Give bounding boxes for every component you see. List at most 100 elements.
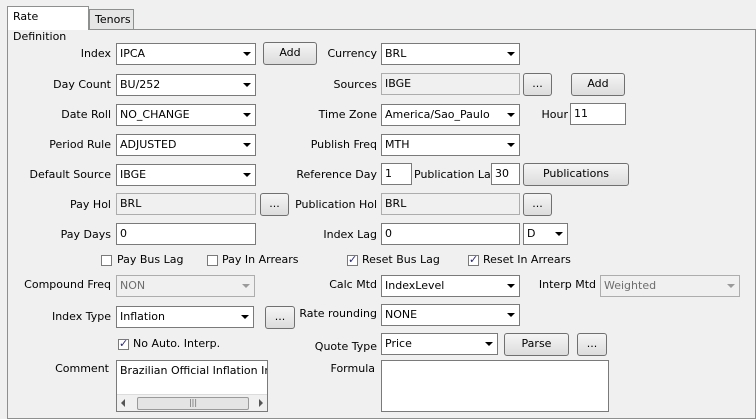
publication-hol-field[interactable]: BRL bbox=[381, 193, 520, 215]
quote-type-value: Price bbox=[385, 337, 412, 350]
compound-freq-select[interactable]: NON bbox=[116, 275, 255, 297]
tab-bar: Rate Definition Tenors bbox=[0, 0, 756, 43]
formula-textarea[interactable] bbox=[381, 360, 609, 412]
comment-textarea[interactable]: Brazilian Official Inflation Index ||| bbox=[116, 360, 268, 412]
period-rule-label: Period Rule bbox=[49, 138, 111, 151]
pay-hol-field[interactable]: BRL bbox=[116, 193, 256, 215]
scroll-right-icon[interactable] bbox=[259, 399, 263, 407]
reset-in-arrears-checkbox[interactable] bbox=[468, 253, 479, 266]
publish-freq-label: Publish Freq bbox=[310, 138, 377, 151]
chevron-down-icon bbox=[243, 83, 251, 87]
publication-hol-browse-button[interactable]: ... bbox=[523, 193, 552, 216]
sources-browse-button[interactable]: ... bbox=[523, 73, 552, 96]
parse-button[interactable]: Parse bbox=[504, 333, 569, 356]
pay-hol-browse-button[interactable]: ... bbox=[260, 193, 289, 216]
horizontal-scrollbar[interactable]: ||| bbox=[117, 394, 267, 411]
rate-rounding-label: Rate rounding bbox=[299, 307, 377, 320]
quote-type-browse-button[interactable]: ... bbox=[577, 333, 607, 356]
time-zone-value: America/Sao_Paulo bbox=[385, 108, 490, 121]
chevron-down-icon bbox=[507, 52, 515, 56]
publish-freq-value: MTH bbox=[385, 138, 410, 151]
scroll-thumb[interactable]: ||| bbox=[137, 397, 249, 410]
period-rule-value: ADJUSTED bbox=[120, 138, 177, 151]
comment-label: Comment bbox=[55, 362, 109, 375]
pay-days-label: Pay Days bbox=[60, 228, 111, 241]
default-source-select[interactable]: IBGE bbox=[116, 164, 256, 186]
rate-rounding-select[interactable]: NONE bbox=[381, 304, 520, 326]
index-value: IPCA bbox=[120, 47, 146, 60]
no-auto-interp-label: No Auto. Interp. bbox=[133, 337, 221, 350]
compound-freq-value: NON bbox=[120, 279, 146, 292]
interp-mtd-label: Interp Mtd bbox=[538, 278, 596, 291]
chevron-down-icon bbox=[241, 315, 249, 319]
reset-bus-lag-checkbox[interactable] bbox=[347, 253, 358, 266]
chevron-down-icon bbox=[507, 284, 515, 288]
currency-label: Currency bbox=[327, 47, 377, 60]
quote-type-select[interactable]: Price bbox=[381, 333, 498, 355]
default-source-value: IBGE bbox=[120, 168, 147, 181]
day-count-value: BU/252 bbox=[120, 78, 161, 91]
currency-select[interactable]: BRL bbox=[381, 43, 520, 65]
publish-freq-select[interactable]: MTH bbox=[381, 134, 520, 156]
chevron-down-icon bbox=[485, 342, 493, 346]
tab-tenors[interactable]: Tenors bbox=[89, 9, 134, 29]
chevron-down-icon bbox=[507, 313, 515, 317]
time-zone-select[interactable]: America/Sao_Paulo bbox=[381, 104, 520, 126]
pay-days-field[interactable]: 0 bbox=[116, 223, 256, 245]
pay-in-arrears-checkbox[interactable] bbox=[207, 255, 218, 266]
sources-field[interactable]: IBGE bbox=[381, 73, 520, 95]
calc-mtd-select[interactable]: IndexLevel bbox=[381, 275, 520, 297]
tab-rate-definition[interactable]: Rate Definition bbox=[7, 6, 89, 43]
rate-rounding-value: NONE bbox=[385, 308, 418, 321]
chevron-down-icon bbox=[243, 173, 251, 177]
chevron-down-icon bbox=[555, 232, 563, 236]
sources-label: Sources bbox=[333, 78, 377, 91]
interp-mtd-value: Weighted bbox=[604, 279, 657, 292]
index-label: Index bbox=[80, 47, 111, 60]
reset-bus-lag-label: Reset Bus Lag bbox=[362, 253, 440, 266]
formula-label: Formula bbox=[330, 362, 375, 375]
chevron-down-icon bbox=[243, 113, 251, 117]
chevron-down-icon bbox=[243, 52, 251, 56]
publication-lag-field[interactable]: 30 bbox=[491, 163, 520, 185]
date-roll-select[interactable]: NO_CHANGE bbox=[116, 104, 256, 126]
period-rule-select[interactable]: ADJUSTED bbox=[116, 134, 256, 156]
reset-in-arrears-label: Reset In Arrears bbox=[483, 253, 571, 266]
index-type-select[interactable]: Inflation bbox=[116, 306, 254, 328]
pay-bus-lag-label: Pay Bus Lag bbox=[117, 253, 184, 266]
calc-mtd-label: Calc Mtd bbox=[329, 278, 377, 291]
reference-day-label: Reference Day bbox=[296, 168, 377, 181]
no-auto-interp-checkbox[interactable] bbox=[118, 337, 129, 350]
index-lag-unit-value: D bbox=[527, 227, 536, 240]
scroll-left-icon[interactable] bbox=[121, 399, 125, 407]
default-source-label: Default Source bbox=[29, 168, 111, 181]
currency-value: BRL bbox=[385, 47, 407, 60]
interp-mtd-select[interactable]: Weighted bbox=[600, 275, 740, 297]
index-type-value: Inflation bbox=[120, 310, 165, 323]
chevron-down-icon bbox=[243, 143, 251, 147]
date-roll-label: Date Roll bbox=[61, 108, 111, 121]
pay-bus-lag-checkbox[interactable] bbox=[101, 255, 112, 266]
index-lag-field[interactable]: 0 bbox=[381, 223, 520, 245]
index-lag-label: Index Lag bbox=[323, 228, 377, 241]
publications-button[interactable]: Publications bbox=[523, 163, 629, 186]
chevron-down-icon bbox=[507, 113, 515, 117]
date-roll-value: NO_CHANGE bbox=[120, 108, 190, 121]
hour-label: Hour bbox=[541, 108, 569, 121]
reference-day-field[interactable]: 1 bbox=[381, 163, 412, 185]
pay-in-arrears-label: Pay In Arrears bbox=[222, 253, 299, 266]
index-lag-unit-select[interactable]: D bbox=[523, 223, 568, 245]
calc-mtd-value: IndexLevel bbox=[385, 279, 445, 292]
index-select[interactable]: IPCA bbox=[116, 43, 256, 65]
day-count-label: Day Count bbox=[53, 78, 111, 91]
quote-type-label: Quote Type bbox=[314, 340, 377, 353]
compound-freq-label: Compound Freq bbox=[24, 278, 111, 291]
chevron-down-icon bbox=[242, 284, 250, 288]
hour-field[interactable]: 11 bbox=[570, 103, 626, 125]
comment-text: Brazilian Official Inflation Index bbox=[120, 364, 267, 377]
day-count-select[interactable]: BU/252 bbox=[116, 74, 256, 96]
pay-hol-label: Pay Hol bbox=[70, 198, 111, 211]
sources-add-button[interactable]: Add bbox=[571, 73, 625, 96]
publication-lag-label: Publication Lag bbox=[414, 168, 498, 181]
time-zone-label: Time Zone bbox=[318, 108, 377, 121]
